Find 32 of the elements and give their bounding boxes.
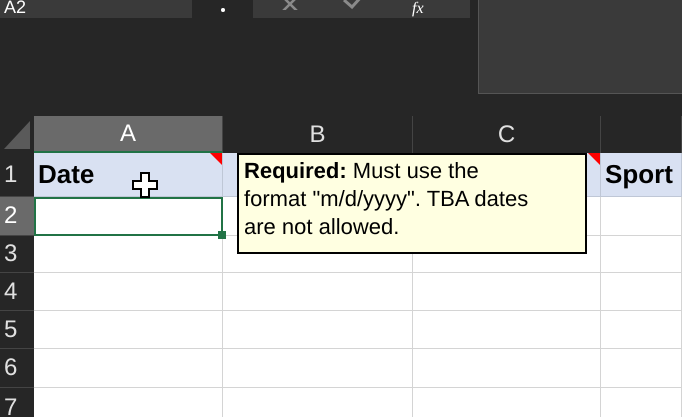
table-cell[interactable] bbox=[223, 311, 413, 349]
table-cell[interactable] bbox=[34, 349, 223, 388]
table-cell[interactable] bbox=[34, 236, 223, 273]
table-cell[interactable] bbox=[601, 349, 682, 388]
table-cell[interactable] bbox=[601, 236, 682, 273]
header-text: Sport bbox=[605, 158, 673, 191]
table-cell[interactable] bbox=[223, 388, 413, 417]
formula-input[interactable] bbox=[478, 0, 682, 94]
table-cell[interactable] bbox=[601, 273, 682, 311]
table-cell[interactable] bbox=[413, 311, 601, 349]
active-cell[interactable] bbox=[34, 197, 223, 236]
table-cell[interactable] bbox=[601, 388, 682, 417]
comment-tooltip: Required: Must use the format "m/d/yyyy". TBA dates are not allowed. bbox=[237, 153, 587, 254]
cancel-icon[interactable] bbox=[280, 0, 300, 10]
table-cell[interactable] bbox=[413, 273, 601, 311]
row-header[interactable]: 2 bbox=[0, 197, 34, 236]
table-cell[interactable] bbox=[223, 273, 413, 311]
table-cell[interactable] bbox=[413, 349, 601, 388]
column-header[interactable]: A bbox=[34, 116, 223, 153]
comment-indicator-icon bbox=[588, 153, 600, 165]
table-cell[interactable] bbox=[601, 197, 682, 236]
table-cell[interactable] bbox=[34, 388, 223, 417]
header-text: Date bbox=[38, 158, 94, 191]
table-cell[interactable] bbox=[223, 349, 413, 388]
fill-handle-icon[interactable] bbox=[218, 231, 226, 239]
more-icon[interactable] bbox=[221, 8, 225, 12]
table-cell[interactable] bbox=[601, 311, 682, 349]
insert-function-button[interactable]: fx bbox=[412, 0, 426, 18]
table-cell[interactable] bbox=[413, 388, 601, 417]
table-cell[interactable] bbox=[34, 311, 223, 349]
name-box[interactable]: A2 bbox=[0, 0, 192, 18]
table-cell[interactable] bbox=[34, 273, 223, 311]
